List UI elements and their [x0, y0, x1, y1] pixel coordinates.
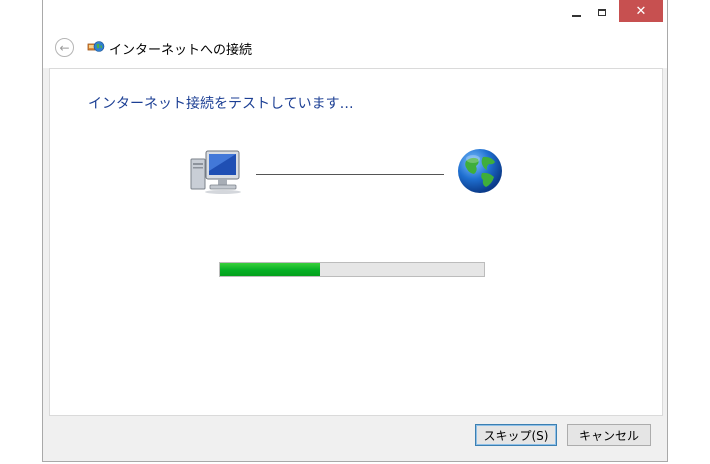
close-button[interactable]: ✕: [619, 0, 663, 22]
network-globe-icon: [87, 41, 105, 52]
close-icon: ✕: [635, 3, 647, 19]
status-heading: インターネット接続をテストしています…: [88, 96, 354, 112]
back-button[interactable]: ←: [55, 38, 74, 57]
navigation-bar: ← インターネットへの接続: [43, 30, 667, 68]
connection-progress-bar: [219, 262, 485, 277]
window-title: インターネットへの接続: [109, 43, 253, 58]
maximize-icon: [598, 8, 606, 16]
minimize-icon: [571, 15, 581, 17]
maximize-button[interactable]: [589, 0, 615, 24]
title-bar: ✕: [43, 0, 667, 30]
content-panel: インターネット接続をテストしています…: [49, 68, 663, 416]
dialog-window: ✕ ← インターネットへの接続 インターネット接続をテストしています… スキップ…: [42, 0, 668, 462]
skip-button[interactable]: スキップ(S): [475, 424, 557, 446]
computer-icon: [190, 150, 241, 194]
connection-line: [256, 174, 444, 175]
back-arrow-icon: ←: [59, 40, 70, 55]
progress-fill: [220, 263, 321, 276]
globe-icon: [458, 149, 502, 193]
cancel-button[interactable]: キャンセル: [567, 424, 651, 446]
minimize-button[interactable]: [563, 0, 589, 24]
